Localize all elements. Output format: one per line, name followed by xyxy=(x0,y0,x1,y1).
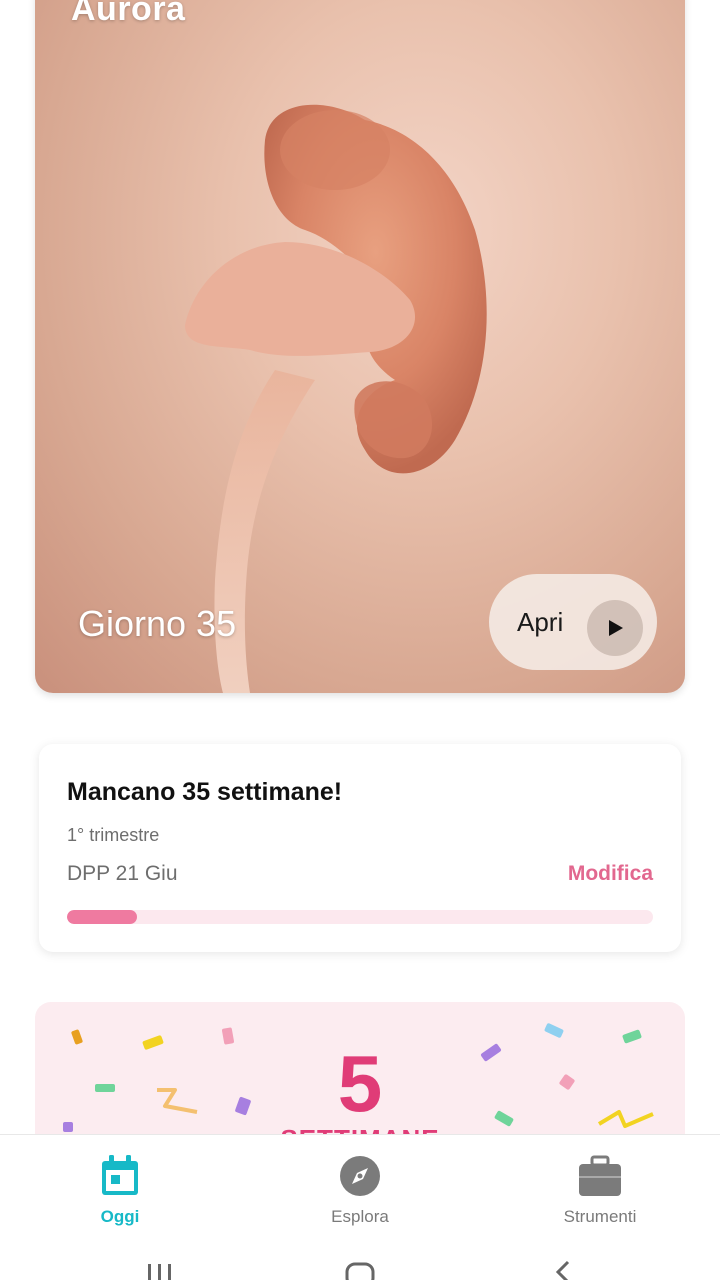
hero-title: Aurora xyxy=(71,0,186,28)
nav-item-esplora[interactable]: Esplora xyxy=(240,1135,480,1242)
countdown-card: Mancano 35 settimane! 1° trimestre DPP 2… xyxy=(39,744,681,952)
home-icon[interactable] xyxy=(345,1260,375,1280)
recent-apps-icon[interactable] xyxy=(146,1260,174,1280)
confetti-piece xyxy=(221,1027,235,1045)
nav-item-strumenti[interactable]: Strumenti xyxy=(480,1135,720,1242)
nav-label-esplora: Esplora xyxy=(331,1207,389,1226)
progress-fill xyxy=(67,910,138,924)
countdown-title: Mancano 35 settimane! xyxy=(67,778,343,806)
system-navigation-bar xyxy=(0,1242,720,1280)
hero-card[interactable]: Aurora Giorno 35 Apri xyxy=(35,0,685,693)
compass-icon xyxy=(340,1156,380,1196)
weeks-number: 5 xyxy=(337,1039,383,1128)
trimester-label: 1° trimestre xyxy=(67,825,160,845)
due-date: DPP 21 Giu xyxy=(67,862,178,885)
nav-label-oggi: Oggi xyxy=(100,1207,140,1226)
pregnancy-progress-bar xyxy=(67,910,653,924)
nav-item-oggi[interactable]: Oggi xyxy=(0,1135,240,1242)
nav-label-strumenti: Strumenti xyxy=(563,1207,637,1226)
bottom-navigation: Oggi Esplora Strumenti xyxy=(0,1134,720,1242)
confetti-piece xyxy=(543,1022,565,1039)
confetti-piece xyxy=(70,1029,84,1045)
back-icon[interactable] xyxy=(552,1260,572,1280)
edit-link[interactable]: Modifica xyxy=(568,862,653,886)
day-label: Giorno 35 xyxy=(78,603,237,644)
open-button-label: Apri xyxy=(517,606,564,637)
open-button[interactable]: Apri xyxy=(489,574,657,670)
calendar-icon xyxy=(102,1155,138,1195)
play-icon xyxy=(587,600,643,656)
confetti-piece xyxy=(622,1029,642,1044)
toolbox-icon xyxy=(579,1155,621,1196)
